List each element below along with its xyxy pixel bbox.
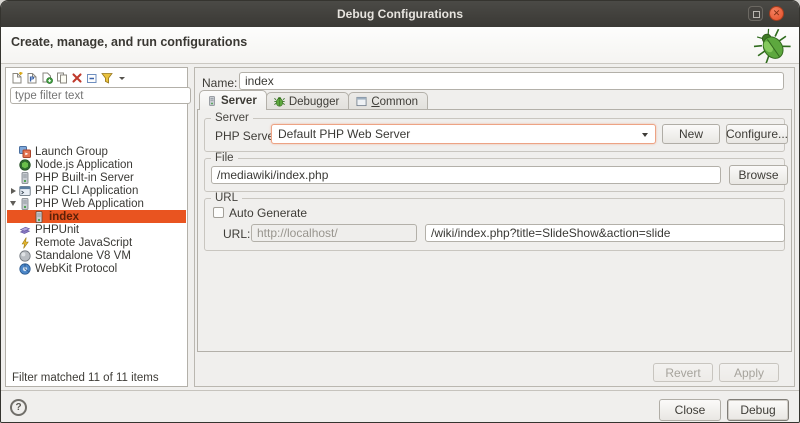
tree-item-index-selected[interactable]: index bbox=[7, 210, 186, 223]
filter-icon[interactable] bbox=[100, 71, 113, 84]
toolbar-menu-arrow-icon[interactable] bbox=[115, 71, 128, 84]
tree-item-label: WebKit Protocol bbox=[35, 262, 118, 275]
name-input[interactable] bbox=[239, 72, 784, 90]
tree-item-php-cli-application[interactable]: PHP CLI Application bbox=[7, 184, 186, 197]
url-group-title: URL bbox=[211, 192, 243, 204]
new-config-icon[interactable] bbox=[10, 71, 23, 84]
server-group: Server PHP Server: Default PHP Web Serve… bbox=[204, 112, 788, 152]
help-icon: ? bbox=[15, 402, 22, 413]
close-button[interactable]: Close bbox=[659, 399, 721, 421]
php-server-value: Default PHP Web Server bbox=[278, 127, 411, 141]
export-config-icon[interactable] bbox=[40, 71, 53, 84]
server-tab-content: Server PHP Server: Default PHP Web Serve… bbox=[197, 109, 792, 352]
delete-config-icon[interactable] bbox=[70, 71, 83, 84]
php-server-combobox[interactable]: Default PHP Web Server bbox=[271, 124, 656, 144]
maximize-button[interactable] bbox=[748, 6, 763, 21]
dialog-header-title: Create, manage, and run configurations bbox=[11, 35, 248, 49]
tab-common[interactable]: Common bbox=[348, 92, 428, 110]
tree-item-standalone-v8-vm[interactable]: Standalone V8 VM bbox=[7, 249, 186, 262]
expand-collapsed-icon[interactable] bbox=[7, 187, 19, 194]
new-prototype-icon[interactable]: P bbox=[25, 71, 38, 84]
v8-vm-icon bbox=[19, 249, 31, 262]
dialog-footer: ? Close Debug bbox=[1, 390, 799, 422]
tree-item-label: PHP Built-in Server bbox=[35, 171, 134, 184]
remote-javascript-icon bbox=[21, 236, 29, 249]
tab-debugger[interactable]: Debugger bbox=[265, 92, 350, 110]
tree-item-label: PHP Web Application bbox=[35, 197, 144, 210]
configure-server-button[interactable]: Configure... bbox=[726, 124, 788, 144]
debug-button[interactable]: Debug bbox=[727, 399, 789, 421]
debug-configurations-window: Debug Configurations ✕ Create, manage, a… bbox=[0, 0, 800, 423]
debug-bug-icon bbox=[753, 28, 791, 68]
tree-item-nodejs-application[interactable]: Node.js Application bbox=[7, 158, 186, 171]
name-label: Name: bbox=[202, 76, 238, 90]
tree-item-label: Standalone V8 VM bbox=[35, 249, 131, 262]
chevron-down-icon bbox=[642, 133, 648, 137]
editor-tabs: Server Debugger Common bbox=[199, 90, 428, 110]
configuration-editor: Name: Server Debugger Common Server PHP … bbox=[194, 67, 795, 387]
help-button[interactable]: ? bbox=[10, 399, 27, 416]
nodejs-icon bbox=[19, 158, 31, 171]
tab-server[interactable]: Server bbox=[199, 90, 267, 110]
debugger-tab-icon bbox=[273, 97, 285, 107]
tree-item-label: Launch Group bbox=[35, 145, 108, 158]
phpunit-icon bbox=[19, 226, 31, 234]
dialog-header: Create, manage, and run configurations bbox=[1, 27, 799, 64]
tree-item-php-built-in-server[interactable]: PHP Built-in Server bbox=[7, 171, 186, 184]
php-server-icon bbox=[21, 171, 29, 184]
new-server-button[interactable]: New bbox=[662, 124, 720, 144]
expand-expanded-icon[interactable] bbox=[7, 201, 19, 206]
file-group: File Browse bbox=[204, 152, 788, 192]
maximize-icon bbox=[753, 11, 760, 18]
auto-generate-label: Auto Generate bbox=[229, 206, 308, 220]
tab-label: Common bbox=[371, 95, 418, 108]
collapse-all-icon[interactable] bbox=[85, 71, 98, 84]
url-path-input[interactable] bbox=[425, 224, 785, 242]
php-server-icon bbox=[35, 210, 43, 223]
tree-item-label: PHP CLI Application bbox=[35, 184, 139, 197]
apply-button[interactable]: Apply bbox=[719, 363, 779, 382]
tree-item-remote-javascript[interactable]: Remote JavaScript bbox=[7, 236, 186, 249]
tree-item-label: Remote JavaScript bbox=[35, 236, 133, 249]
tree-item-label: index bbox=[49, 210, 80, 223]
tree-item-php-web-application[interactable]: PHP Web Application bbox=[7, 197, 186, 210]
configurations-toolbar: P bbox=[10, 70, 128, 85]
php-cli-icon bbox=[19, 185, 31, 196]
php-server-icon bbox=[21, 197, 29, 210]
filter-status-text: Filter matched 11 of 11 items bbox=[12, 372, 159, 384]
launch-group-icon bbox=[19, 145, 31, 158]
tab-label: Server bbox=[221, 94, 257, 107]
window-title: Debug Configurations bbox=[337, 7, 463, 21]
revert-button[interactable]: Revert bbox=[653, 363, 713, 382]
configurations-panel: P Lau bbox=[5, 67, 191, 387]
filter-input[interactable] bbox=[10, 87, 191, 104]
close-icon: ✕ bbox=[772, 8, 781, 18]
auto-generate-checkbox[interactable] bbox=[213, 207, 224, 218]
tree-item-label: PHPUnit bbox=[35, 223, 80, 236]
url-group: URL Auto Generate URL: bbox=[204, 192, 785, 251]
tree-item-webkit-protocol[interactable]: WebKit Protocol bbox=[7, 262, 186, 275]
close-window-button[interactable]: ✕ bbox=[769, 6, 784, 21]
server-group-title: Server bbox=[211, 112, 253, 124]
titlebar[interactable]: Debug Configurations ✕ bbox=[1, 1, 799, 28]
browse-button[interactable]: Browse bbox=[729, 165, 788, 185]
duplicate-config-icon[interactable] bbox=[55, 71, 68, 84]
tree-item-phpunit[interactable]: PHPUnit bbox=[7, 223, 186, 236]
webkit-protocol-icon bbox=[19, 262, 31, 275]
base-url-input bbox=[251, 224, 417, 242]
tree-item-label: Node.js Application bbox=[35, 158, 133, 171]
tab-label: Debugger bbox=[288, 95, 340, 108]
server-tab-icon bbox=[209, 95, 215, 106]
url-label: URL: bbox=[223, 227, 251, 241]
file-path-input[interactable] bbox=[211, 166, 721, 184]
file-group-title: File bbox=[211, 152, 238, 164]
svg-text:P: P bbox=[29, 75, 34, 83]
common-tab-icon bbox=[356, 96, 367, 107]
tree-item-launch-group[interactable]: Launch Group bbox=[7, 145, 186, 158]
